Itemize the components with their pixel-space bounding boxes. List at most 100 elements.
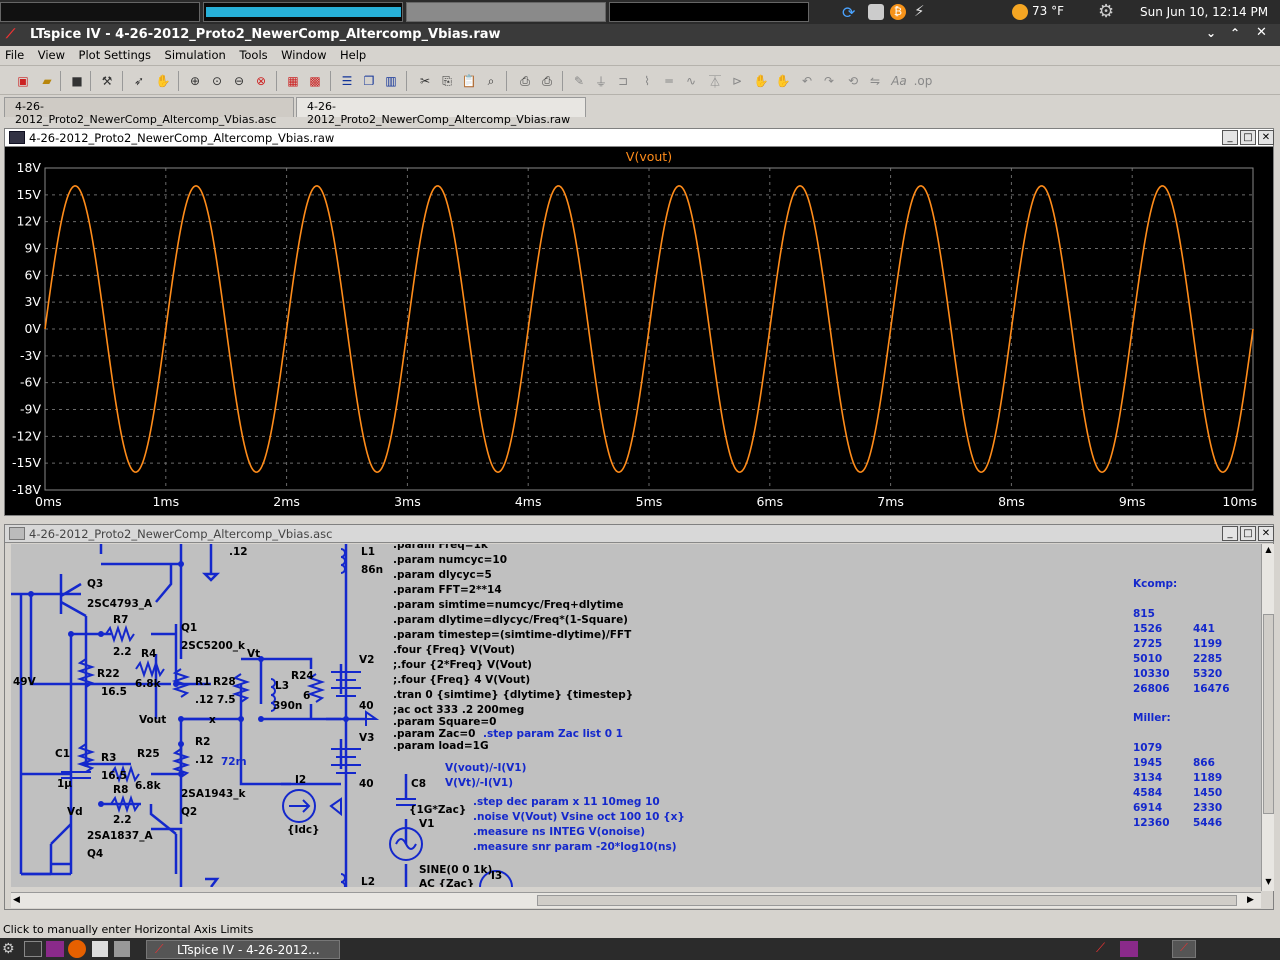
miller-cell[interactable]: 866: [1193, 757, 1215, 769]
y-tick-label[interactable]: -12V: [12, 428, 41, 443]
label-c1-value[interactable]: 1µ: [57, 778, 72, 790]
y-tick-label[interactable]: -6V: [20, 375, 41, 390]
kcomp-cell[interactable]: 1526: [1133, 623, 1162, 635]
directive-noise[interactable]: .noise V(Vout) Vsine oct 100 10 {x}: [473, 811, 685, 823]
label-r22[interactable]: R22: [97, 668, 120, 680]
label-vout[interactable]: Vout: [139, 714, 166, 726]
label-r25-value[interactable]: 6.8k: [135, 780, 161, 792]
miller-cell[interactable]: 2330: [1193, 802, 1222, 814]
miller-cell[interactable]: 1450: [1193, 787, 1222, 799]
x-tick-label[interactable]: 3ms: [394, 494, 421, 509]
kcomp-cell[interactable]: 441: [1193, 623, 1215, 635]
label-r3-value[interactable]: 16.5: [101, 770, 127, 782]
label-q3-model[interactable]: 2SC4793_A: [87, 598, 152, 610]
label-q3[interactable]: Q3: [87, 578, 103, 590]
label-v1[interactable]: V1: [419, 818, 434, 830]
calculator-icon[interactable]: [114, 941, 130, 957]
label-v2[interactable]: V2: [359, 654, 374, 666]
menu-simulation[interactable]: Simulation: [160, 46, 231, 64]
miller-cell[interactable]: 3134: [1133, 772, 1162, 784]
miller-cell[interactable]: 4584: [1133, 787, 1162, 799]
schematic-minimize-button[interactable]: _: [1222, 526, 1238, 541]
weather-temperature[interactable]: 73 °F: [1032, 4, 1064, 18]
tray-active-ltspice-icon[interactable]: ⟋: [1172, 940, 1196, 958]
spice-directive[interactable]: .param Zac=0: [393, 728, 475, 740]
x-tick-label[interactable]: 7ms: [877, 494, 904, 509]
spice-directive[interactable]: .param simtime=numcyc/Freq+dlytime: [393, 599, 624, 611]
schematic-vertical-scrollbar[interactable]: ▲ ▼: [1261, 544, 1274, 891]
spice-directive[interactable]: .param Freq=1k: [393, 544, 488, 551]
label-r2-value[interactable]: .12: [195, 754, 214, 766]
y-tick-label[interactable]: 0V: [24, 321, 41, 336]
scroll-thumb-horizontal[interactable]: [537, 895, 1237, 906]
paste-icon[interactable]: 📋: [460, 72, 478, 90]
plot-minimize-button[interactable]: _: [1222, 130, 1238, 145]
kcomp-title[interactable]: Kcomp:: [1133, 578, 1177, 590]
spice-directive[interactable]: ;.four {Freq} 4 V(Vout): [393, 674, 530, 686]
control-panel-icon[interactable]: ⚒: [98, 72, 116, 90]
directive-measure-snr[interactable]: .measure snr param -20*log10(ns): [473, 841, 677, 853]
text-editor-icon[interactable]: [92, 941, 108, 957]
y-tick-label[interactable]: -9V: [20, 402, 41, 417]
move-icon[interactable]: ✋: [752, 72, 770, 90]
label-r8-value[interactable]: 2.2: [113, 814, 132, 826]
kcomp-cell[interactable]: 5010: [1133, 653, 1162, 665]
tray-ltspice-icon[interactable]: ⟋: [1096, 941, 1105, 956]
menu-help[interactable]: Help: [335, 46, 371, 64]
label-l3-value[interactable]: 390n: [273, 700, 302, 712]
label-net-icon[interactable]: ⊐: [614, 72, 632, 90]
spice-directive[interactable]: .param FFT=2**14: [393, 584, 502, 596]
label-r4-value[interactable]: 6.8k: [135, 678, 161, 690]
annotation-vt-impedance[interactable]: V(Vt)/-I(V1): [445, 777, 513, 789]
wire-icon[interactable]: ✎: [570, 72, 588, 90]
miller-cell[interactable]: 1945: [1133, 757, 1162, 769]
spice-directive[interactable]: .param dlycyc=5: [393, 569, 492, 581]
kcomp-cell[interactable]: 10330: [1133, 668, 1170, 680]
label-q2[interactable]: Q2: [181, 806, 197, 818]
label-v1-sine[interactable]: SINE(0 0 1k): [419, 864, 492, 876]
scroll-down-icon[interactable]: ▼: [1263, 877, 1274, 889]
spice-directive[interactable]: ;.four {2*Freq} V(Vout): [393, 659, 532, 671]
directive-step-dec[interactable]: .step dec param x 11 10meg 10: [473, 796, 660, 808]
launcher-icon[interactable]: [46, 941, 64, 957]
schematic-horizontal-scrollbar[interactable]: ◀ ▶: [11, 892, 1261, 908]
label-x[interactable]: x: [209, 714, 216, 726]
label-49v[interactable]: 49V: [13, 676, 36, 688]
label-q1[interactable]: Q1: [181, 622, 197, 634]
spice-directive[interactable]: ;ac oct 333 .2 200meg: [393, 704, 524, 716]
label-l1-value[interactable]: 86n: [361, 564, 383, 576]
directive-measure-ns[interactable]: .measure ns INTEG V(onoise): [473, 826, 645, 838]
tile-horizontal-icon[interactable]: ☰: [338, 72, 356, 90]
spice-directive[interactable]: .param numcyc=10: [393, 554, 507, 566]
settings-gear-icon[interactable]: ⚙: [1098, 1, 1114, 22]
refresh-icon[interactable]: ⟳: [842, 3, 860, 22]
x-tick-label[interactable]: 0ms: [35, 494, 62, 509]
label-r2[interactable]: R2: [195, 736, 210, 748]
label-r28-value[interactable]: 7.5: [217, 694, 236, 706]
tile-vertical-icon[interactable]: ▥: [382, 72, 400, 90]
package-icon[interactable]: [868, 4, 884, 20]
new-schematic-icon[interactable]: ▣: [14, 72, 32, 90]
spice-directive[interactable]: .param load=1G: [393, 740, 489, 752]
save-icon[interactable]: ■: [68, 72, 86, 90]
label-r1[interactable]: R1: [195, 676, 210, 688]
zoom-out-icon[interactable]: ⊖: [230, 72, 248, 90]
spice-directive[interactable]: .param Square=0: [393, 716, 497, 728]
kcomp-cell[interactable]: 2725: [1133, 638, 1162, 650]
label-r3[interactable]: R3: [101, 752, 116, 764]
copy-icon[interactable]: ⎘: [438, 72, 456, 90]
run-icon[interactable]: ➶: [130, 72, 148, 90]
y-tick-label[interactable]: 15V: [17, 187, 42, 202]
label-v3[interactable]: V3: [359, 732, 374, 744]
label-r24-value[interactable]: 6: [303, 690, 310, 702]
cut-icon[interactable]: ✂: [416, 72, 434, 90]
label-r28[interactable]: R28: [213, 676, 236, 688]
label-r1-value[interactable]: .12: [195, 694, 214, 706]
label-q1-model[interactable]: 2SC5200_k: [181, 640, 245, 652]
mirror-icon[interactable]: ⇋: [866, 72, 884, 90]
y-tick-label[interactable]: 18V: [17, 160, 42, 175]
component-icon[interactable]: ⊳: [728, 72, 746, 90]
label-i2-value[interactable]: {Idc}: [287, 824, 320, 836]
x-tick-label[interactable]: 10ms: [1222, 494, 1257, 509]
label-l2[interactable]: L2: [361, 876, 375, 887]
